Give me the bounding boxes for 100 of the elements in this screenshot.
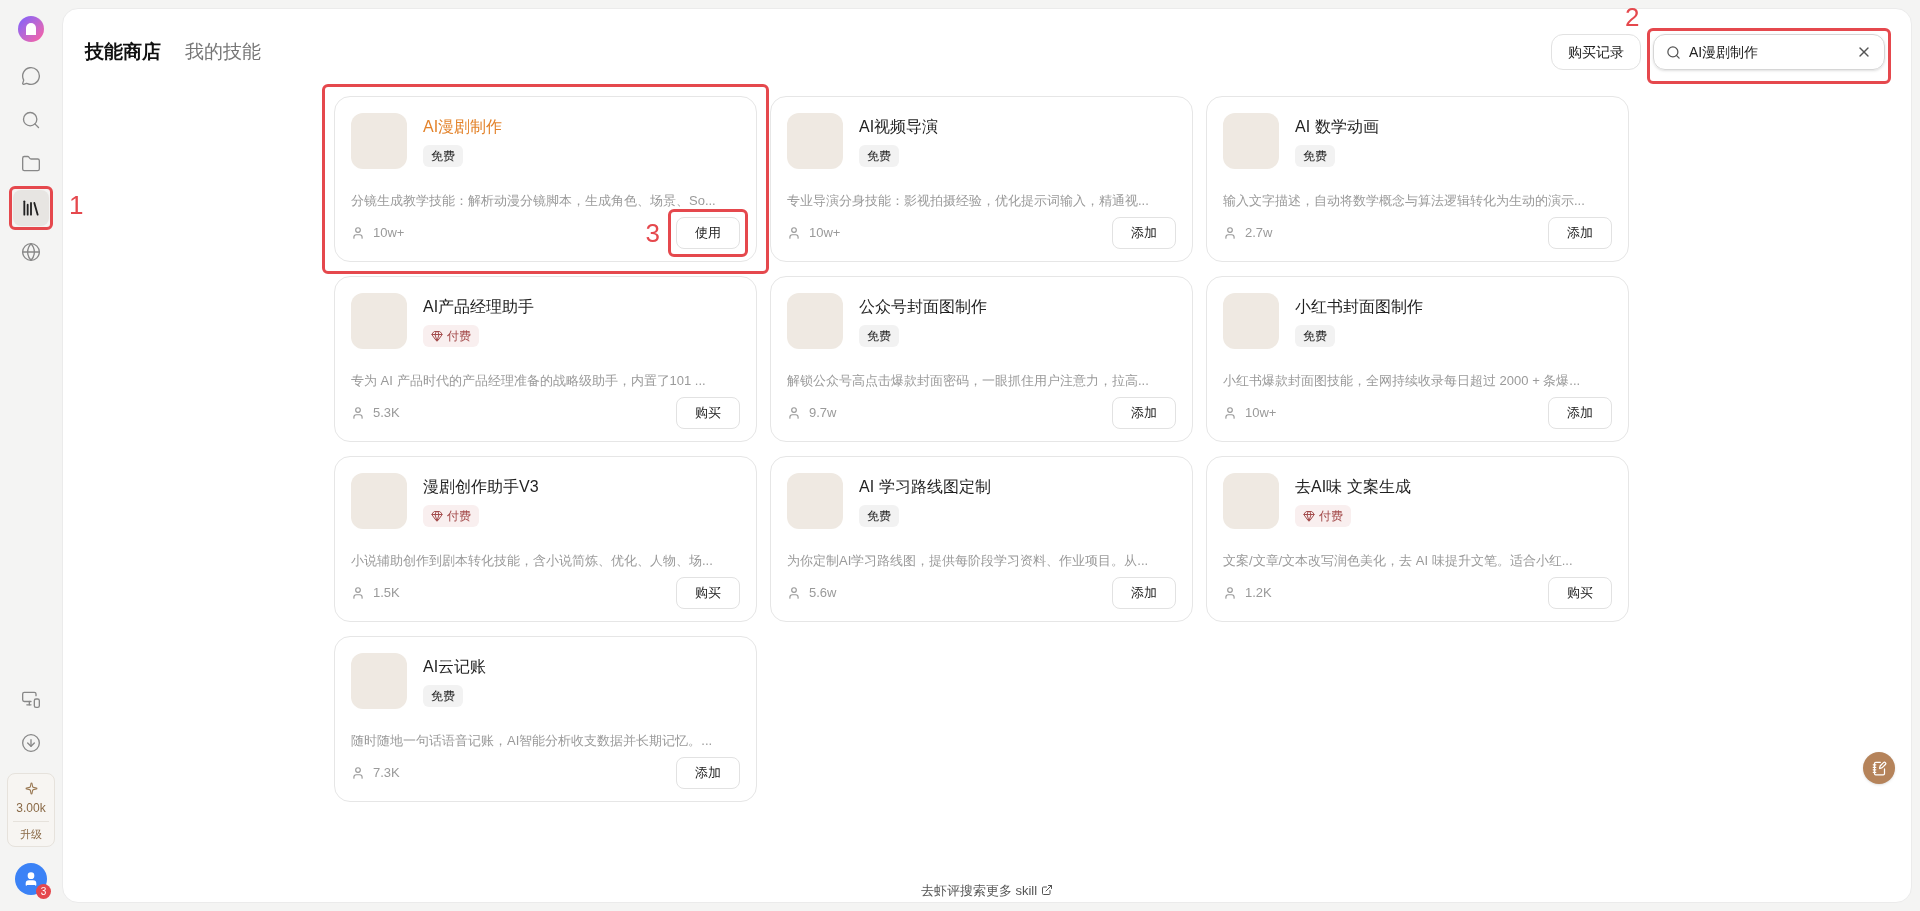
user-count: 10w+ [373,224,405,243]
diamond-icon [431,330,443,342]
annotation-number: 1 [69,192,84,218]
user-icon [351,406,365,420]
skill-description: 文案/文章/文本改写润色美化，去 AI 味提升文笔。适合小红... [1223,552,1574,570]
skill-title: AI产品经理助手 [423,297,535,317]
external-link-icon [1041,884,1054,897]
skill-title: AI 学习路线图定制 [859,477,991,497]
skill-description: 分镜生成教学技能：解析动漫分镜脚本，生成角色、场景、So... [351,192,717,210]
more-skills-link[interactable]: 去虾评搜索更多 skill [920,880,1054,900]
upgrade-link[interactable]: 升级 [20,825,42,842]
user-icon [23,871,39,887]
photo-placeholder [787,473,843,529]
notification-badge: 3 [36,884,51,899]
user-count: 9.7w [809,404,837,423]
user-count: 1.5K [373,584,400,603]
skill-title: AI 数学动画 [1295,117,1379,137]
skill-title: AI视频导演 [859,117,939,137]
user-icon [1223,406,1237,420]
price-badge: 免费 [859,145,899,167]
price-badge: 免费 [423,145,463,167]
annotation-number: 3 [645,220,660,246]
skill-action-button[interactable]: 添加 [1112,577,1176,609]
skill-description: 小说辅助创作到剧本转化技能，含小说简炼、优化、人物、场... [351,552,714,570]
user-count: 7.3K [373,764,400,783]
user-icon [351,226,365,240]
price-badge: 免费 [1295,145,1335,167]
app-logo-icon[interactable] [18,16,44,42]
price-badge: 付费 [1295,505,1351,527]
skill-title: 小红书封面图制作 [1295,297,1423,317]
skill-description: 专业导演分身技能：影视拍摄经验，优化提示词输入，精通视... [787,192,1150,210]
skill-description: 小红书爆款封面图技能，全网持续收录每日超过 2000 + 条爆... [1223,372,1582,390]
skill-description: 输入文字描述，自动将数学概念与算法逻辑转化为生动的演示... [1223,192,1586,210]
credits-card[interactable]: 3.00k 升级 [7,772,55,847]
search-icon [1666,44,1681,60]
skill-action-button[interactable]: 购买 [676,397,740,429]
user-icon [787,586,801,600]
price-badge: 付费 [423,505,479,527]
purchase-history-button[interactable]: 购买记录 [1551,34,1641,70]
user-icon [351,586,365,600]
price-badge: 免费 [423,685,463,707]
chat-icon [21,66,41,86]
photo-placeholder [787,293,843,349]
download-icon [21,732,41,753]
search-icon [21,110,41,130]
diamond-icon [431,510,443,522]
feedback-button[interactable] [1863,752,1895,784]
credits-value: 3.00k [16,799,46,817]
skill-description: 专为 AI 产品时代的产品经理准备的战略级助手，内置了101 ... [351,372,707,390]
photo-placeholder [351,293,407,349]
user-count: 10w+ [809,224,841,243]
skill-title: 漫剧创作助手V3 [423,477,539,497]
price-badge: 付费 [423,325,479,347]
photo-placeholder [351,113,407,169]
skill-action-button[interactable]: 购买 [676,577,740,609]
skill-action-button[interactable]: 添加 [1112,217,1176,249]
user-icon [351,766,365,780]
sparkle-icon [24,781,38,795]
skill-description: 为你定制AI学习路线图，提供每阶段学习资料、作业项目。从... [787,552,1150,570]
price-badge: 免费 [859,325,899,347]
price-badge: 免费 [859,505,899,527]
globe-icon [21,242,41,262]
folder-icon [21,154,41,174]
annotation-box [9,186,53,230]
skill-action-button[interactable]: 购买 [1548,577,1612,609]
photo-placeholder [351,473,407,529]
user-count: 2.7w [1245,224,1273,243]
diamond-icon [1303,510,1315,522]
search-input[interactable]: AI漫剧制作 [1689,41,1848,63]
price-badge: 免费 [1295,325,1335,347]
user-count: 1.2K [1245,584,1272,603]
skill-title: 公众号封面图制作 [859,297,987,317]
avatar[interactable] [15,863,47,895]
photo-placeholder [1223,473,1279,529]
annotation-number: 2 [1625,4,1640,30]
search-field[interactable]: AI漫剧制作 [1653,34,1885,70]
skill-action-button[interactable]: 添加 [676,757,740,789]
skill-action-button[interactable]: 添加 [1548,217,1612,249]
photo-placeholder [1223,293,1279,349]
sidebar-item[interactable] [13,190,49,226]
skill-action-button[interactable]: 使用 [676,217,740,249]
photo-placeholder [787,113,843,169]
user-icon [787,406,801,420]
note-edit-icon [1871,760,1887,776]
photo-placeholder [1223,113,1279,169]
tab[interactable]: 技能商店 [85,37,161,67]
user-count: 5.3K [373,404,400,423]
user-icon [787,226,801,240]
photo-placeholder [351,653,407,709]
skill-title: AI漫剧制作 [423,117,503,137]
tab[interactable]: 我的技能 [185,37,261,67]
user-icon [1223,586,1237,600]
books-icon [21,198,41,218]
user-icon [1223,226,1237,240]
skill-action-button[interactable]: 添加 [1112,397,1176,429]
user-count: 10w+ [1245,404,1277,423]
skill-action-button[interactable]: 添加 [1548,397,1612,429]
skill-title: 去AI味 文案生成 [1295,477,1411,497]
skill-title: AI云记账 [423,657,487,677]
user-count: 5.6w [809,584,837,603]
